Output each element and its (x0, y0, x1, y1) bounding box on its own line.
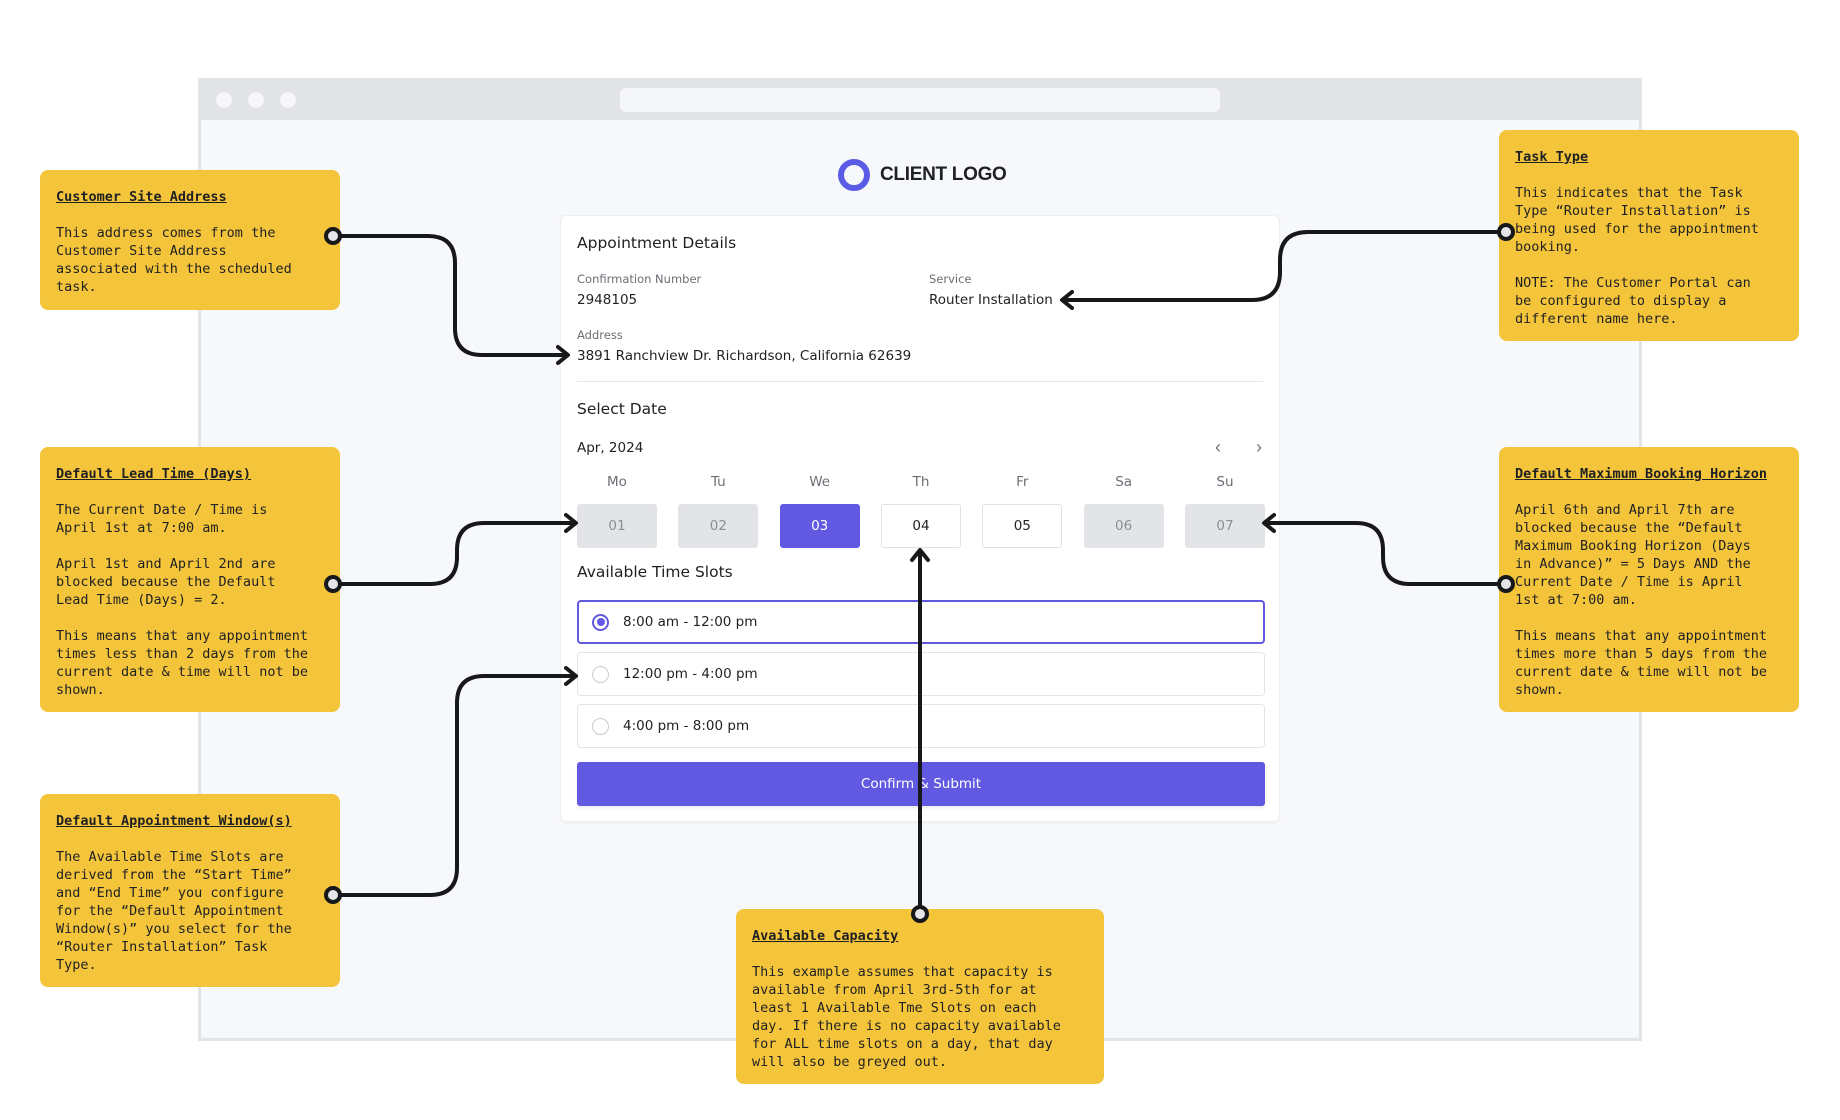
select-date-title: Select Date (577, 400, 667, 418)
time-slot-label: 4:00 pm - 8:00 pm (623, 718, 750, 734)
day-cell-06: 06 (1083, 504, 1164, 548)
time-slot-label: 8:00 am - 12:00 pm (623, 614, 758, 630)
weekday-label: Su (1216, 474, 1234, 490)
note-title: Default Lead Time (Days) (56, 466, 252, 482)
weekday-label: Mo (607, 474, 627, 490)
note-body: This example assumes that capacity is av… (752, 964, 1061, 1070)
time-slot-option[interactable]: 8:00 am - 12:00 pm (577, 600, 1265, 644)
note-title: Task Type (1515, 149, 1589, 165)
day-cell-07: 07 (1184, 504, 1265, 548)
day-cell-04[interactable]: 04 (880, 504, 961, 548)
section-divider (577, 381, 1263, 382)
prev-month-chevron-left-icon[interactable]: ‹ (1208, 438, 1228, 458)
day-column: We 03 (779, 474, 860, 548)
note-title: Default Maximum Booking Horizon (1515, 466, 1767, 482)
confirmation-number-label: Confirmation Number (577, 272, 702, 286)
radio-unchecked-icon[interactable] (592, 717, 609, 735)
next-month-chevron-right-icon[interactable]: › (1249, 438, 1269, 458)
time-slot-option[interactable]: 12:00 pm - 4:00 pm (577, 652, 1265, 696)
day-picker: Mo 01 Tu 02 We 03 Th 04 Fr 05 Sa 06 Su 0… (577, 474, 1265, 548)
weekday-label: We (809, 474, 831, 490)
note-default-lead-time: Default Lead Time (Days) The Current Dat… (40, 447, 340, 712)
weekday-label: Tu (710, 474, 726, 490)
note-body: April 6th and April 7th are blocked beca… (1515, 502, 1767, 698)
time-slot-option[interactable]: 4:00 pm - 8:00 pm (577, 704, 1265, 748)
appointment-details-title: Appointment Details (577, 234, 737, 252)
day-column: Fr 05 (982, 474, 1063, 548)
note-title: Customer Site Address (56, 189, 227, 205)
confirmation-number-value: 2948105 (577, 292, 638, 308)
logo-text: CLIENT LOGO (880, 164, 1007, 185)
client-logo: CLIENT LOGO (838, 159, 1007, 191)
time-slots-title: Available Time Slots (577, 563, 733, 581)
weekday-label: Fr (1016, 474, 1029, 490)
day-column: Sa 06 (1083, 474, 1164, 548)
window-minimize-dot-icon[interactable] (248, 92, 264, 108)
appointment-card: Appointment Details Confirmation Number … (560, 215, 1280, 822)
day-column: Th 04 (880, 474, 961, 548)
address-value: 3891 Ranchview Dr. Richardson, Californi… (577, 348, 912, 364)
window-close-dot-icon[interactable] (216, 92, 232, 108)
day-cell-05[interactable]: 05 (982, 504, 1063, 548)
note-available-capacity: Available Capacity This example assumes … (736, 909, 1104, 1084)
note-default-appointment-window: Default Appointment Window(s) The Availa… (40, 794, 340, 987)
day-cell-02: 02 (678, 504, 759, 548)
note-body: The Available Time Slots are derived fro… (56, 849, 292, 973)
radio-checked-icon[interactable] (592, 613, 609, 631)
note-title: Default Appointment Window(s) (56, 813, 292, 829)
address-label: Address (577, 328, 623, 342)
ring-logo-icon (838, 159, 870, 191)
time-slot-label: 12:00 pm - 4:00 pm (623, 666, 758, 682)
note-body: This address comes from the Customer Sit… (56, 225, 292, 295)
window-maximize-dot-icon[interactable] (280, 92, 296, 108)
note-default-max-booking-horizon: Default Maximum Booking Horizon April 6t… (1499, 447, 1799, 712)
note-title: Available Capacity (752, 928, 899, 944)
address-bar[interactable] (620, 88, 1220, 112)
day-column: Tu 02 (678, 474, 759, 548)
day-column: Mo 01 (577, 474, 657, 548)
day-cell-01: 01 (577, 504, 657, 548)
note-body: This indicates that the Task Type “Route… (1515, 185, 1759, 327)
service-label: Service (929, 272, 972, 286)
day-column: Su 07 (1184, 474, 1265, 548)
note-task-type: Task Type This indicates that the Task T… (1499, 130, 1799, 341)
weekday-label: Sa (1115, 474, 1133, 490)
service-value: Router Installation (929, 292, 1053, 308)
month-label: Apr, 2024 (577, 440, 644, 456)
note-body: The Current Date / Time is April 1st at … (56, 502, 308, 698)
radio-unchecked-icon[interactable] (592, 665, 609, 683)
day-cell-03[interactable]: 03 (779, 504, 860, 548)
weekday-label: Th (912, 474, 930, 490)
confirm-submit-button[interactable]: Confirm & Submit (577, 762, 1265, 806)
note-customer-site-address: Customer Site Address This address comes… (40, 170, 340, 310)
